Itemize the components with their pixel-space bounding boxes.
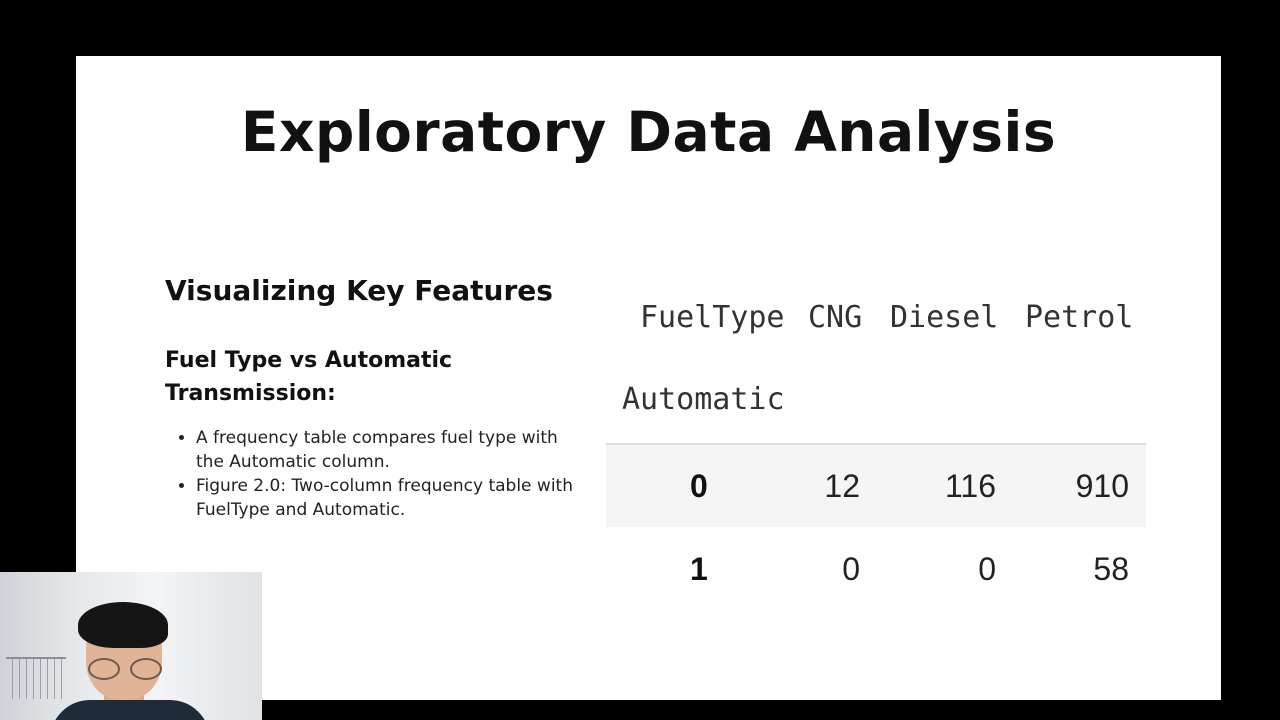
webcam-shelf (6, 657, 66, 699)
table-cell: 116 (944, 468, 996, 504)
row-index: 0 (690, 468, 708, 504)
bullet-list: A frequency table compares fuel type wit… (176, 426, 586, 522)
bullet-item: Figure 2.0: Two-column frequency table w… (196, 474, 586, 522)
table-cell: 58 (1093, 551, 1129, 587)
column-axis-label: FuelType (640, 300, 785, 335)
glasses-icon (88, 658, 164, 680)
video-frame: Exploratory Data Analysis Visualizing Ke… (0, 0, 1280, 720)
frequency-table: FuelType CNG Diesel Petrol Automatic 0 1… (606, 284, 1146, 594)
table-cell: 0 (978, 551, 996, 587)
presenter-hair (78, 602, 168, 648)
column-header-petrol: Petrol (1025, 300, 1134, 335)
row-index: 1 (690, 551, 708, 587)
column-header-diesel: Diesel (890, 300, 999, 335)
presenter-webcam (0, 572, 262, 720)
row-axis-label: Automatic (622, 382, 785, 417)
section-heading: Visualizing Key Features (165, 274, 553, 307)
table-cell: 12 (824, 468, 860, 504)
column-header-cng: CNG (808, 300, 863, 335)
presenter-shirt (50, 700, 210, 720)
bullet-item: A frequency table compares fuel type wit… (196, 426, 586, 474)
table-cell: 910 (1075, 468, 1129, 504)
slide-title: Exploratory Data Analysis (240, 100, 1057, 164)
sub-heading: Fuel Type vs Automatic Transmission: (165, 348, 453, 406)
table-cell: 0 (842, 551, 860, 587)
